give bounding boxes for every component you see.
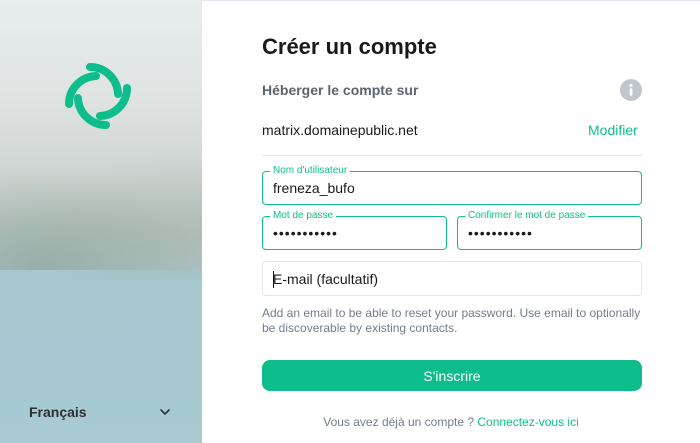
background-panel: Français [0,0,202,443]
email-input[interactable] [263,262,641,295]
register-button[interactable]: S'inscrire [262,360,642,391]
email-help-text: Add an email to be able to reset your pa… [262,306,641,335]
login-prompt-text: Vous avez déjà un compte ? [323,415,475,429]
language-selector[interactable]: Français [29,402,171,422]
confirm-password-field[interactable]: Confirmer le mot de passe [457,210,642,250]
chevron-down-icon [160,409,170,415]
confirm-password-input[interactable] [458,217,641,249]
username-input[interactable] [263,172,641,204]
password-field[interactable]: Mot de passe [262,210,447,250]
language-label: Français [29,404,87,420]
login-link[interactable]: Connectez-vous ici [477,415,578,429]
info-icon[interactable] [620,79,642,101]
email-field[interactable] [262,261,642,296]
divider [262,155,642,156]
element-logo-icon [65,63,131,129]
host-heading: Héberger le compte sur [262,82,419,98]
mountain-foreground [0,170,202,270]
login-prompt: Vous avez déjà un compte ? Connectez-vou… [202,415,700,429]
server-name: matrix.domainepublic.net [262,122,418,138]
modify-server-link[interactable]: Modifier [588,122,638,138]
password-input[interactable] [263,217,446,249]
page-title: Créer un compte [262,34,437,59]
username-field[interactable]: Nom d'utilisateur [262,165,642,205]
text-cursor [273,271,274,288]
registration-form: Créer un compte Héberger le compte sur m… [202,0,700,443]
